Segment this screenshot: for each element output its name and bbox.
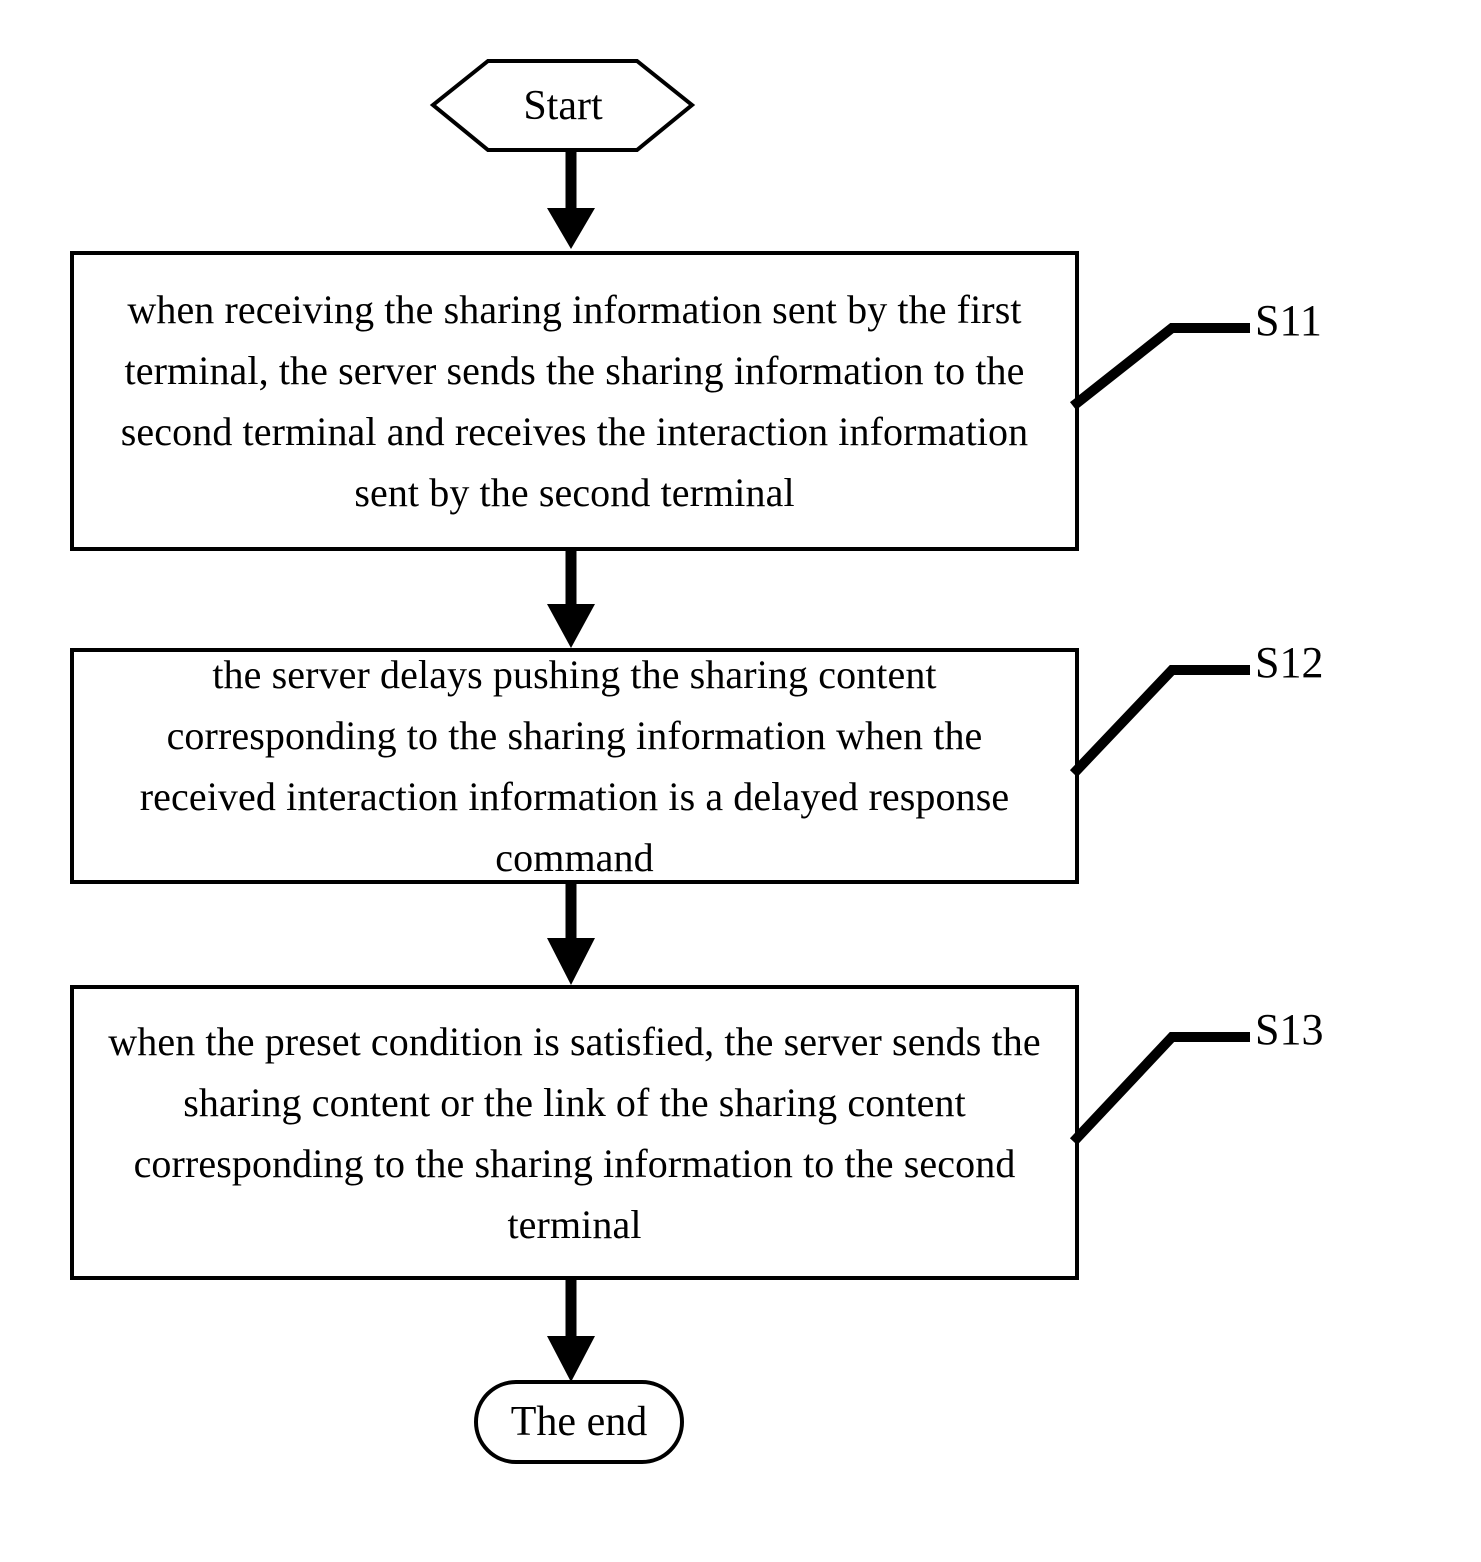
start-node-shape[interactable] bbox=[429, 59, 696, 152]
step-label-s11: S11 bbox=[1255, 296, 1322, 345]
flowchart-graphics bbox=[70, 59, 1250, 1464]
step-label-s13: S13 bbox=[1255, 1005, 1324, 1054]
connector-s13-to-end bbox=[547, 1278, 595, 1382]
s13-node-shape[interactable] bbox=[70, 985, 1079, 1280]
connector-s11-to-s12 bbox=[547, 549, 595, 648]
connector-start-to-s11 bbox=[547, 150, 595, 249]
leader-line-s11 bbox=[1069, 323, 1250, 411]
step-label-s12: S12 bbox=[1255, 638, 1324, 687]
s11-node-shape[interactable] bbox=[70, 251, 1079, 551]
leader-line-s12 bbox=[1069, 665, 1250, 778]
leader-line-s13 bbox=[1069, 1032, 1250, 1146]
flowchart-canvas: Start when receiving the sharing informa… bbox=[0, 0, 1481, 1562]
s12-node-shape[interactable] bbox=[70, 648, 1079, 884]
end-node-shape[interactable] bbox=[474, 1380, 684, 1464]
connector-s12-to-s13 bbox=[547, 882, 595, 985]
